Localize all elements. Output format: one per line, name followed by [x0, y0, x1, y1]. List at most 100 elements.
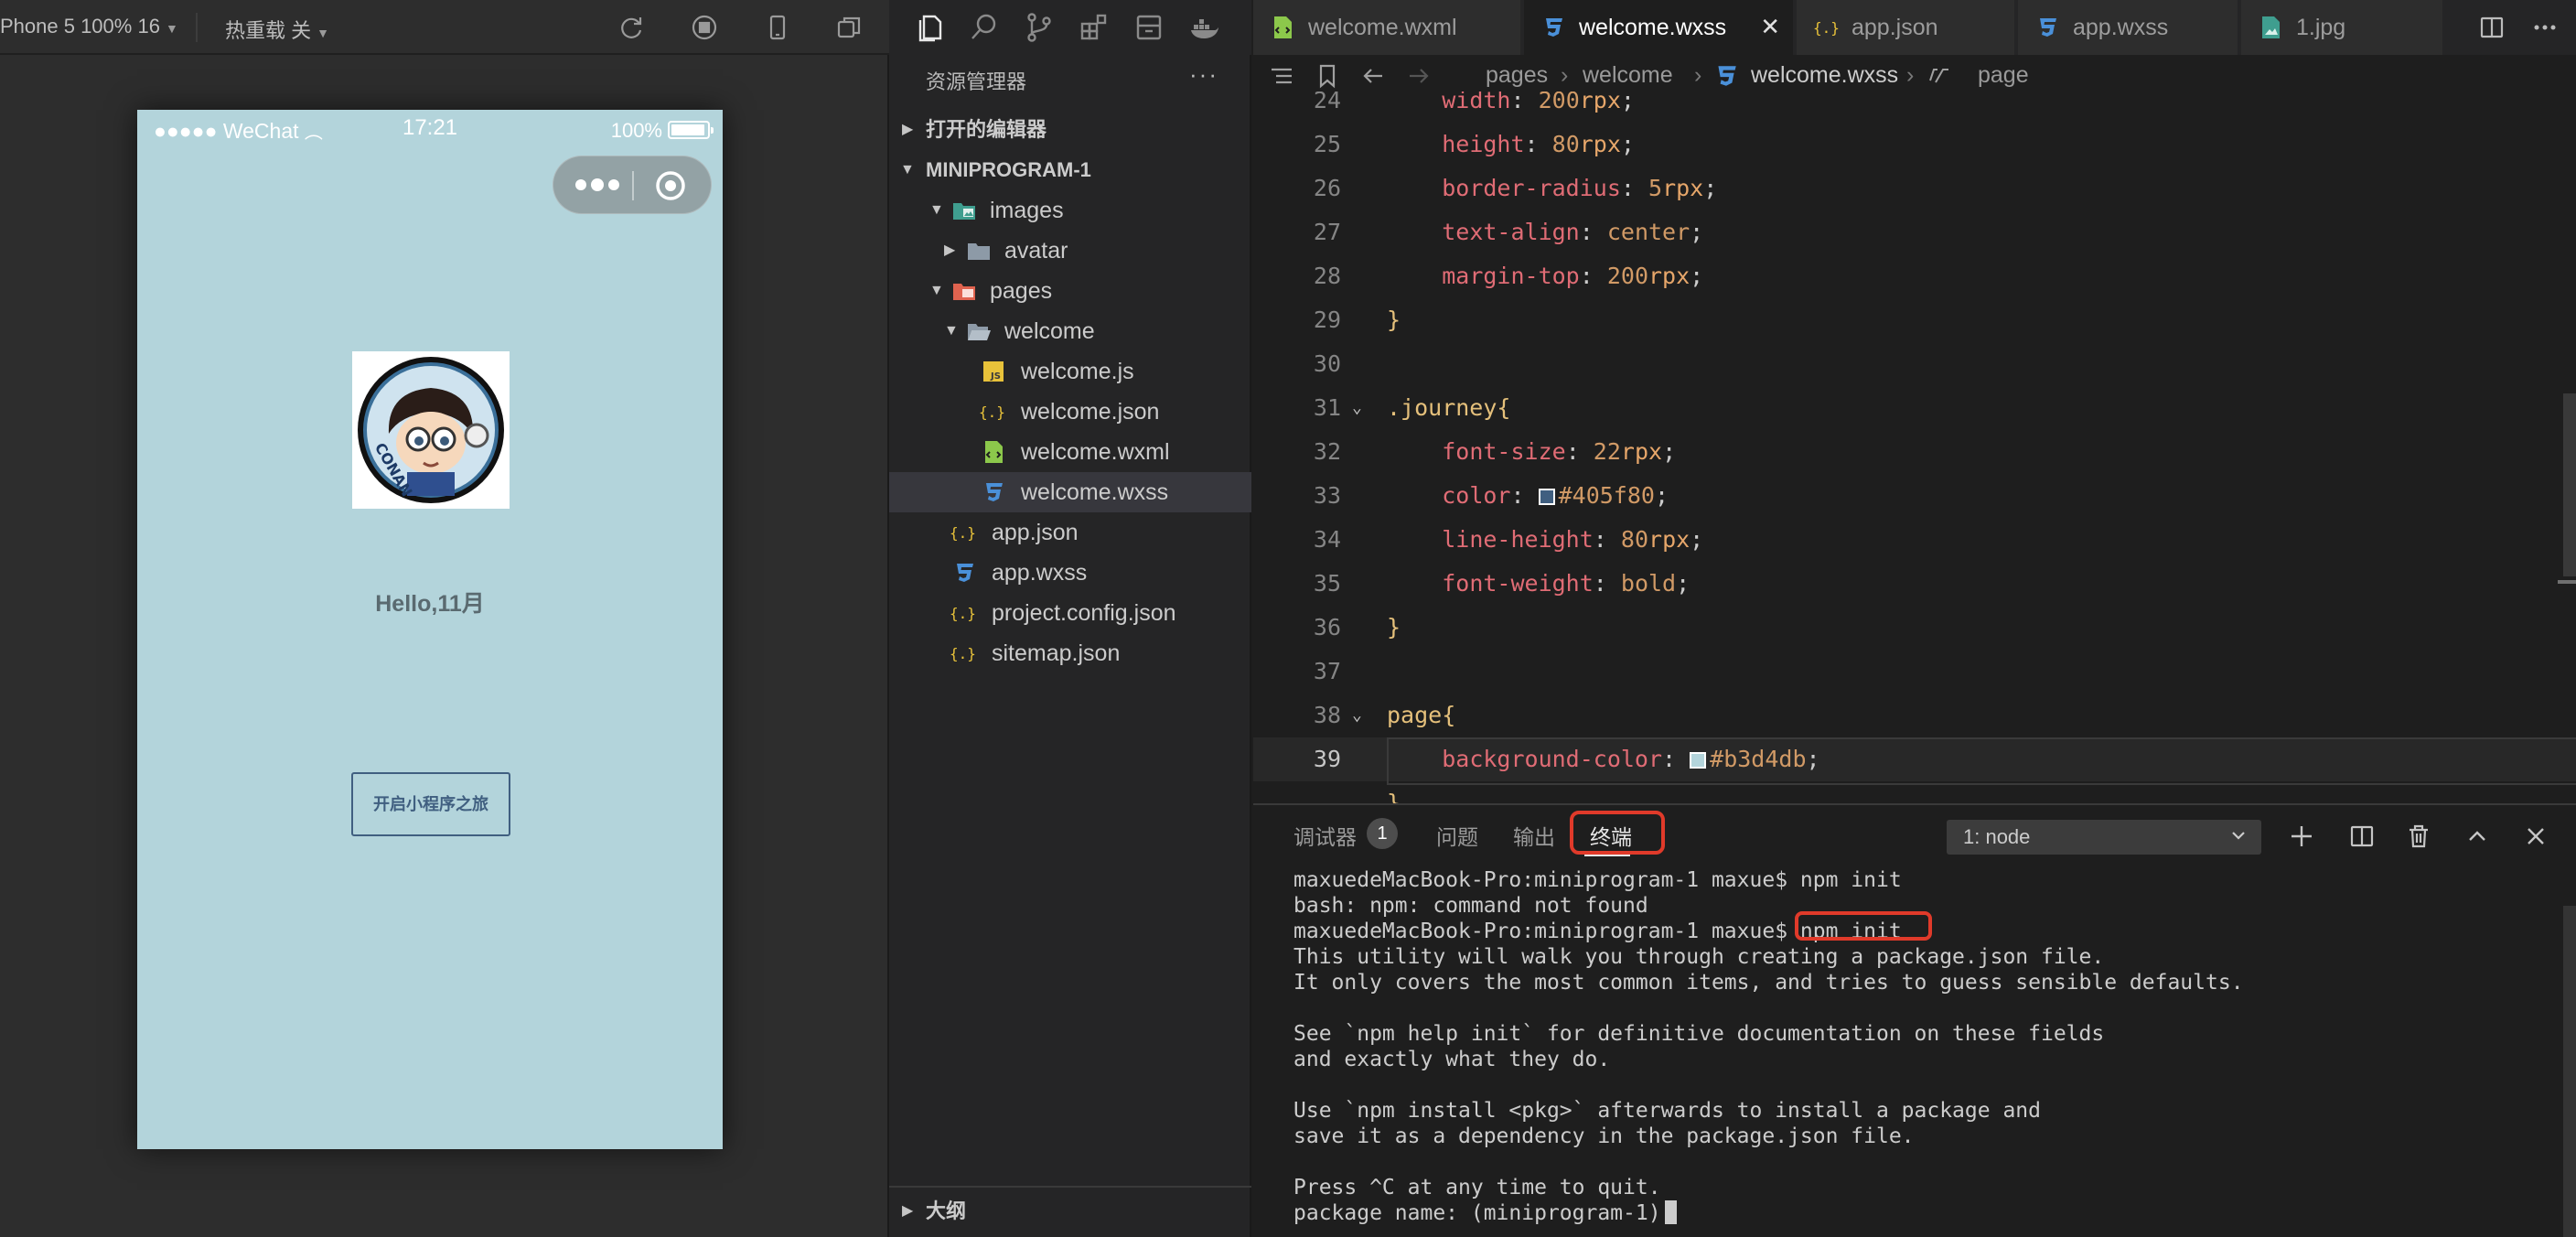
color-swatch[interactable]: [1538, 489, 1555, 505]
chevron-down-icon: [2228, 825, 2249, 845]
tab-label: welcome.wxml: [1308, 15, 1457, 40]
tab-problems[interactable]: 问题: [1436, 820, 1478, 851]
code-line[interactable]: 39 background-color: #b3d4db;: [1253, 737, 2576, 785]
tree-file-welcome-wxss[interactable]: welcome.wxss: [889, 472, 1251, 512]
close-icon[interactable]: [2521, 822, 2550, 851]
project-section[interactable]: ▼ MINIPROGRAM-1: [889, 150, 1251, 190]
css-colon: :: [1510, 91, 1539, 113]
files-icon[interactable]: [913, 11, 946, 44]
tree-folder-pages[interactable]: ▼ pages: [889, 271, 1251, 311]
device-select[interactable]: Phone 5 100% 16 ▼: [0, 15, 178, 38]
open-editors-section[interactable]: ▶ 打开的编辑器: [889, 110, 1251, 150]
code-text: line-height: 80rpx;: [1387, 518, 1703, 562]
split-editor-icon[interactable]: [2477, 13, 2506, 42]
tree-file-welcome-js[interactable]: JS welcome.js: [889, 351, 1251, 392]
tab-welcome-wxml[interactable]: welcome.wxml: [1253, 0, 1522, 55]
close-icon[interactable]: ✕: [1760, 13, 1780, 41]
terminal-line: save it as a dependency in the package.j…: [1293, 1124, 1915, 1148]
terminal-select-value: 1: node: [1963, 825, 2031, 848]
more-icon[interactable]: [2530, 13, 2560, 42]
css-colon: :: [1579, 219, 1607, 245]
close-target-icon[interactable]: [654, 169, 687, 202]
tab-app-json[interactable]: {.} app.json: [1797, 0, 2016, 55]
outline-header[interactable]: ▶ 大纲: [889, 1191, 1251, 1232]
tree-folder-avatar[interactable]: ▶ avatar: [889, 231, 1251, 271]
tab-app-wxss[interactable]: app.wxss: [2018, 0, 2239, 55]
breadcrumb-welcome[interactable]: welcome: [1583, 62, 1673, 89]
code-line[interactable]: 36}: [1253, 606, 2576, 650]
code-line[interactable]: 34 line-height: 80rpx;: [1253, 518, 2576, 562]
css-unit: rpx: [1662, 175, 1704, 201]
code-line[interactable]: 31 ⌄ .journey{: [1253, 386, 2576, 430]
code-editor[interactable]: 24 width: 200rpx; 25 height: 80rpx; 26 bor…: [1253, 91, 2576, 803]
fold-chevron-icon[interactable]: ⌄: [1352, 694, 1362, 737]
menu-capsule[interactable]: [553, 156, 712, 214]
extensions-icon[interactable]: [1078, 11, 1111, 44]
list-icon[interactable]: [1268, 62, 1295, 90]
code-line[interactable]: 24 width: 200rpx;: [1253, 91, 2576, 123]
code-line[interactable]: 33 color: #405f80;: [1253, 474, 2576, 518]
code-line[interactable]: 29}: [1253, 298, 2576, 342]
tree-file-sitemap[interactable]: {.} sitemap.json: [889, 633, 1251, 673]
color-swatch[interactable]: [1690, 752, 1707, 769]
tab-1-jpg[interactable]: 1.jpg: [2241, 0, 2444, 55]
code-line[interactable]: 37: [1253, 650, 2576, 694]
tab-welcome-wxss[interactable]: welcome.wxss ✕: [1524, 0, 1795, 55]
code-line[interactable]: 27 text-align: center;: [1253, 210, 2576, 254]
chevron-up-icon[interactable]: [2463, 822, 2492, 851]
hotreload-select[interactable]: 热重载 关 ▼: [225, 15, 329, 44]
fold-chevron-icon[interactable]: ⌄: [1352, 386, 1362, 430]
css-semicolon: ;: [1806, 746, 1820, 772]
forward-arrow-icon[interactable]: [1405, 62, 1433, 90]
code-line[interactable]: }: [1253, 781, 2576, 803]
docker-icon[interactable]: [1187, 11, 1220, 44]
line-number: 35: [1313, 570, 1341, 597]
trash-icon[interactable]: [2404, 822, 2433, 851]
code-line[interactable]: 30: [1253, 342, 2576, 386]
code-line[interactable]: 38 ⌄ page{: [1253, 694, 2576, 737]
outline-section[interactable]: ▶ 大纲: [889, 1186, 1251, 1237]
tree-file-welcome-wxml[interactable]: welcome.wxml: [889, 432, 1251, 472]
code-line[interactable]: 35 font-weight: bold;: [1253, 562, 2576, 606]
terminal-select[interactable]: 1: node: [1947, 820, 2261, 855]
css-semicolon: ;: [1662, 438, 1677, 465]
tab-debugger[interactable]: 调试器: [1293, 820, 1357, 851]
code-line[interactable]: 32 font-size: 22rpx;: [1253, 430, 2576, 474]
hello-text: Hello,11月: [375, 591, 485, 617]
code-line[interactable]: 26 border-radius: 5rpx;: [1253, 167, 2576, 210]
plus-icon[interactable]: [2287, 822, 2316, 851]
storage-icon[interactable]: [1132, 11, 1165, 44]
terminal-scrollbar[interactable]: [2563, 906, 2576, 1237]
search-icon[interactable]: [968, 11, 1001, 44]
tree-folder-welcome[interactable]: ▼ welcome: [889, 311, 1251, 351]
start-journey-button[interactable]: 开启小程序之旅: [351, 772, 510, 836]
more-dots-icon[interactable]: [570, 169, 625, 200]
refresh-icon[interactable]: [617, 13, 646, 42]
folder-open-icon: [966, 318, 992, 344]
split-terminal-icon[interactable]: [2347, 822, 2377, 851]
window-icon[interactable]: [834, 13, 864, 42]
phone-icon[interactable]: [763, 13, 792, 42]
more-actions-icon[interactable]: ···: [1189, 60, 1218, 89]
breadcrumb-file[interactable]: welcome.wxss: [1751, 62, 1898, 89]
css-property: margin-top: [1442, 263, 1580, 289]
back-arrow-icon[interactable]: [1359, 62, 1387, 90]
source-control-icon[interactable]: [1023, 11, 1056, 44]
tab-output[interactable]: 输出: [1513, 820, 1555, 851]
stop-icon[interactable]: [690, 13, 719, 42]
tree-file-project-config[interactable]: {.} project.config.json: [889, 593, 1251, 633]
tree-folder-images[interactable]: ▼ images: [889, 190, 1251, 231]
breadcrumb-pages[interactable]: pages: [1486, 62, 1548, 89]
tree-file-app-json[interactable]: {.} app.json: [889, 512, 1251, 553]
tree-file-app-wxss[interactable]: app.wxss: [889, 553, 1251, 593]
code-line[interactable]: 25 height: 80rpx;: [1253, 123, 2576, 167]
css-value: 200: [1538, 91, 1580, 113]
bookmark-icon[interactable]: [1314, 62, 1341, 90]
editor-scrollbar[interactable]: [2563, 393, 2576, 576]
code-line[interactable]: 28 margin-top: 200rpx;: [1253, 254, 2576, 298]
css-semicolon: ;: [1703, 175, 1718, 201]
breadcrumb-symbol[interactable]: page: [1978, 62, 2029, 89]
terminal-output[interactable]: maxuedeMacBook-Pro:miniprogram-1 maxue$ …: [1253, 860, 2576, 1237]
tree-file-welcome-json[interactable]: {.} welcome.json: [889, 392, 1251, 432]
